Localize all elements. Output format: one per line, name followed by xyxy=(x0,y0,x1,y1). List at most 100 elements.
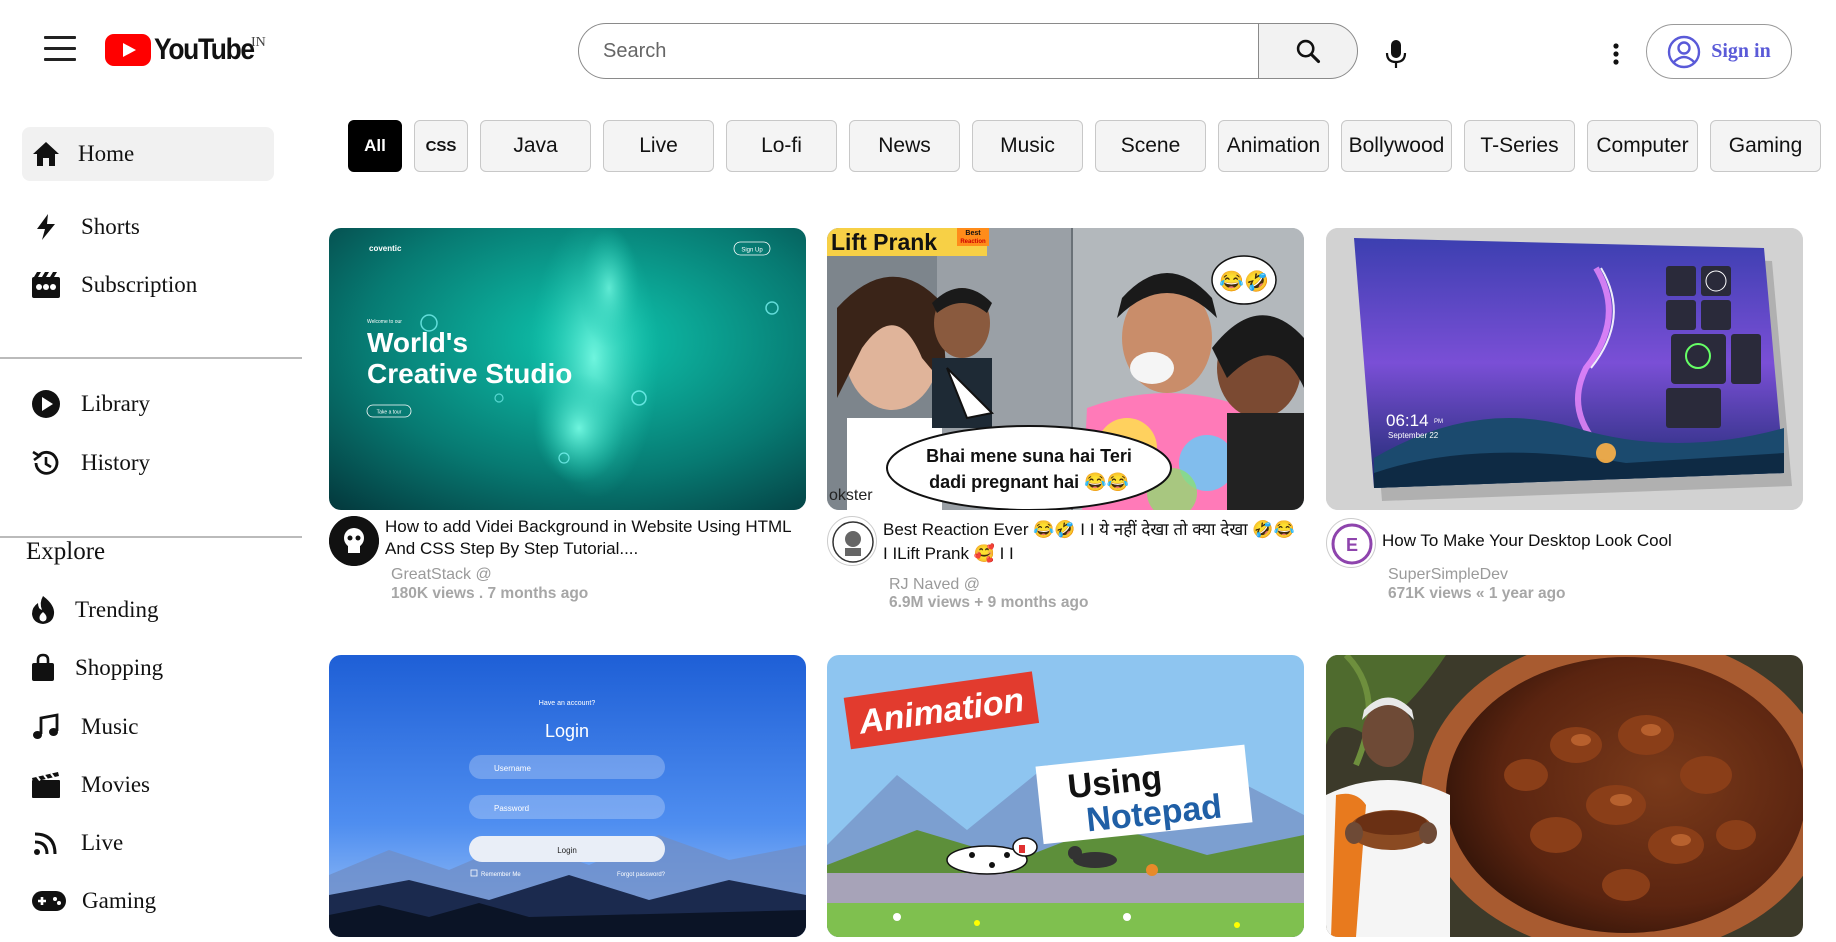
video-thumbnail[interactable]: 06:14 PM September 22 xyxy=(1326,228,1803,510)
video-card[interactable]: 06:14 PM September 22 E How To Make Your… xyxy=(1326,228,1803,608)
thumb-watermark: okster xyxy=(829,487,873,504)
thumb-badge-1: Best xyxy=(965,230,981,237)
home-icon xyxy=(30,138,62,170)
sidebar-item-movies[interactable]: Movies xyxy=(22,758,274,812)
chip-lo-fi[interactable]: Lo-fi xyxy=(726,120,837,172)
video-thumbnail[interactable]: Have an account? Login Username Password… xyxy=(329,655,806,937)
chip-news[interactable]: News xyxy=(849,120,960,172)
youtube-logo[interactable]: YouTube IN xyxy=(105,28,267,72)
search-icon xyxy=(1296,39,1321,64)
sidebar-item-label: Library xyxy=(81,391,150,416)
channel-name[interactable]: SuperSimpleDev xyxy=(1388,566,1508,584)
video-meta: 180K views . 7 months ago xyxy=(391,585,589,602)
thumb-username: Username xyxy=(494,764,531,773)
trending-icon xyxy=(27,594,59,626)
chip-t-series[interactable]: T-Series xyxy=(1464,120,1575,172)
chip-computer[interactable]: Computer xyxy=(1587,120,1698,172)
sidebar-item-label: Shorts xyxy=(81,214,140,239)
more-options-button[interactable] xyxy=(1606,38,1626,70)
chip-music[interactable]: Music xyxy=(972,120,1083,172)
user-circle-icon xyxy=(1668,35,1701,68)
thumb-heading-2: Creative Studio xyxy=(367,358,572,389)
thumb-brand: coventic xyxy=(369,244,402,253)
channel-name[interactable]: RJ Naved @ xyxy=(889,576,980,594)
chip-java[interactable]: Java xyxy=(480,120,591,172)
video-title[interactable]: How To Make Your Desktop Look Cool xyxy=(1382,530,1800,552)
thumb-ampm: PM xyxy=(1434,419,1443,425)
sidebar-divider xyxy=(0,357,302,359)
sidebar-item-label: Subscription xyxy=(81,272,198,297)
voice-search-button[interactable] xyxy=(1380,36,1412,72)
chip-live[interactable]: Live xyxy=(603,120,714,172)
thumb-cta: Take a tour xyxy=(377,410,402,416)
video-card[interactable]: Bhai mene suna hai Teri dadi pregnant ha… xyxy=(827,228,1304,618)
sidebar-item-label: Gaming xyxy=(82,888,157,913)
thumb-badge-2: Reaction xyxy=(960,239,986,245)
thumb-heading: Login xyxy=(545,721,589,741)
video-thumbnail[interactable]: coventic Sign Up Welcome to our World's … xyxy=(329,228,806,510)
sidebar-item-history[interactable]: History xyxy=(22,436,274,490)
sidebar-item-shopping[interactable]: Shopping xyxy=(22,641,274,695)
explore-heading: Explore xyxy=(26,538,106,565)
chip-animation[interactable]: Animation xyxy=(1218,120,1329,172)
sidebar-item-live[interactable]: Live xyxy=(22,816,274,870)
chip-scene[interactable]: Scene xyxy=(1095,120,1206,172)
channel-avatar[interactable] xyxy=(329,516,379,566)
video-card[interactable]: Have an account? Login Username Password… xyxy=(329,655,806,937)
gaming-icon xyxy=(30,885,68,917)
sidebar-item-label: Movies xyxy=(81,772,150,797)
thumb-time: 06:14 xyxy=(1386,411,1429,430)
sidebar-item-label: Trending xyxy=(75,597,159,622)
live-icon xyxy=(30,827,62,859)
video-meta: 671K views « 1 year ago xyxy=(1388,585,1566,602)
hamburger-menu-icon[interactable] xyxy=(44,36,76,62)
sidebar-item-label: Music xyxy=(81,714,139,739)
thumb-signup: Sign Up xyxy=(741,248,763,254)
channel-avatar[interactable] xyxy=(827,516,877,566)
video-thumbnail[interactable]: Bhai mene suna hai Teri dadi pregnant ha… xyxy=(827,228,1304,510)
video-card[interactable]: coventic Sign Up Welcome to our World's … xyxy=(329,228,806,608)
thumb-bubble-line-1: Bhai mene suna hai Teri xyxy=(926,446,1132,466)
microphone-icon xyxy=(1385,40,1407,68)
thumb-password: Password xyxy=(494,804,529,813)
history-icon xyxy=(30,447,62,479)
country-code: IN xyxy=(251,35,266,50)
top-header: YouTube IN Sign in xyxy=(0,0,1836,100)
thumb-forgot: Forgot password? xyxy=(617,872,666,878)
sidebar-item-label: Home xyxy=(78,141,135,166)
music-icon xyxy=(30,711,62,743)
video-card[interactable]: Animation Using Notepad xyxy=(827,655,1304,937)
sidebar-item-music[interactable]: Music xyxy=(22,700,274,754)
channel-avatar[interactable]: E xyxy=(1326,518,1376,568)
thumb-emoji: 😂🤣 xyxy=(1219,269,1269,294)
video-thumbnail[interactable] xyxy=(1326,655,1803,937)
sidebar: Home Shorts Subscription Library History… xyxy=(0,100,302,942)
search-button[interactable] xyxy=(1258,23,1358,79)
thumb-title: Lift Prank xyxy=(831,229,937,255)
chip-bollywood[interactable]: Bollywood xyxy=(1341,120,1452,172)
sidebar-item-subscription[interactable]: Subscription xyxy=(22,258,274,312)
chip-all[interactable]: All xyxy=(348,120,402,172)
video-card[interactable] xyxy=(1326,655,1803,937)
search-input[interactable] xyxy=(578,23,1259,79)
sidebar-item-label: Live xyxy=(81,830,124,855)
video-meta: 6.9M views + 9 months ago xyxy=(889,594,1089,611)
channel-name[interactable]: GreatStack @ xyxy=(391,566,492,584)
video-title[interactable]: Best Reaction Ever 😂🤣 I I ये नहीं देखा त… xyxy=(883,518,1301,566)
library-icon xyxy=(30,388,62,420)
logo-text: YouTube xyxy=(154,33,255,66)
chip-gaming[interactable]: Gaming xyxy=(1710,120,1821,172)
video-title[interactable]: How to add Videi Background in Website U… xyxy=(385,516,803,560)
sidebar-item-gaming[interactable]: Gaming xyxy=(22,874,274,928)
thumb-date: September 22 xyxy=(1388,431,1439,440)
sidebar-item-label: Shopping xyxy=(75,655,164,680)
sidebar-item-library[interactable]: Library xyxy=(22,377,274,431)
sidebar-item-trending[interactable]: Trending xyxy=(22,583,274,637)
chip-css[interactable]: CSS xyxy=(414,120,468,172)
category-chips: All CSS Java Live Lo-fi News Music Scene… xyxy=(348,120,1836,172)
thumb-bubble-line-2: dadi pregnant hai 😂😂 xyxy=(929,472,1129,492)
sidebar-item-home[interactable]: Home xyxy=(22,127,274,181)
sidebar-item-shorts[interactable]: Shorts xyxy=(22,200,274,254)
sign-in-button[interactable]: Sign in xyxy=(1646,24,1792,79)
video-thumbnail[interactable]: Animation Using Notepad xyxy=(827,655,1304,937)
